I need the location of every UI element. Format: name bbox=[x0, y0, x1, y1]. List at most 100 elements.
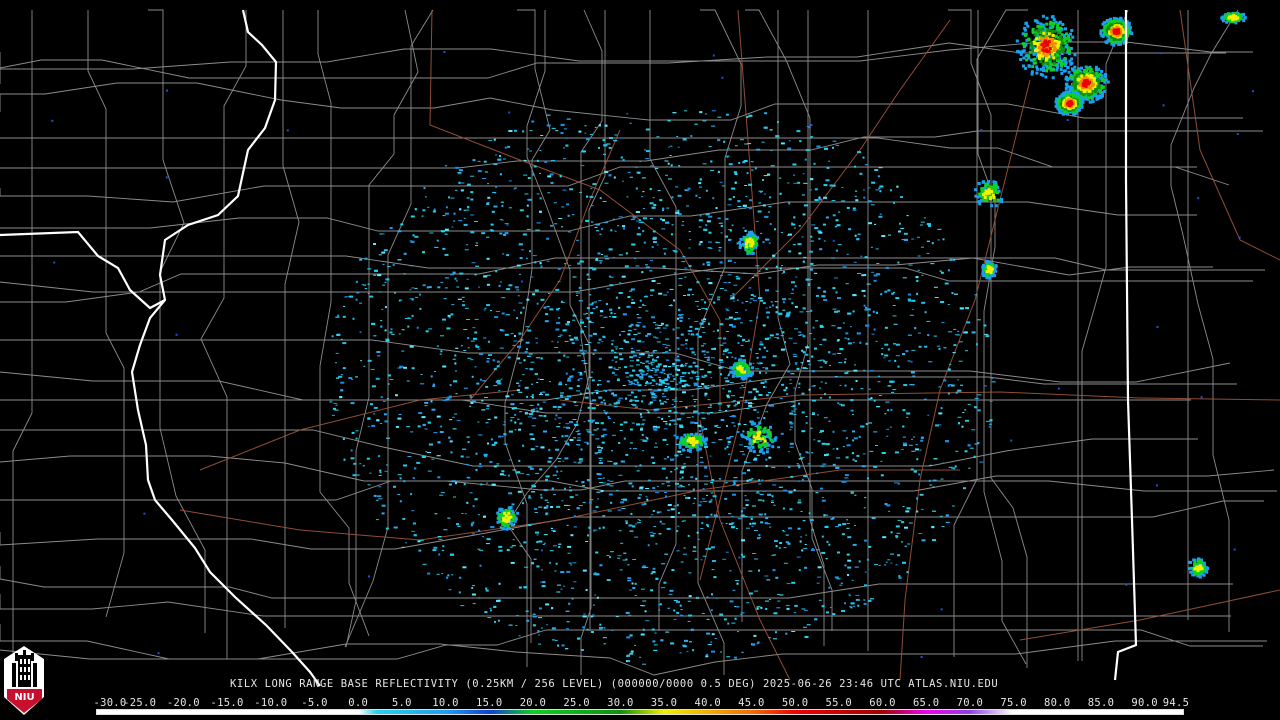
echo-pixel bbox=[663, 294, 668, 296]
echo-pixel bbox=[455, 280, 458, 282]
echo-pixel bbox=[896, 532, 901, 534]
echo-pixel bbox=[958, 422, 960, 425]
echo-pixel bbox=[768, 637, 772, 639]
echo-pixel bbox=[378, 455, 381, 458]
echo-pixel bbox=[638, 369, 643, 372]
echo-pixel bbox=[699, 111, 703, 114]
echo-pixel bbox=[834, 277, 839, 279]
echo-pixel bbox=[454, 362, 457, 365]
echo-pixel bbox=[826, 540, 829, 543]
echo-pixel bbox=[668, 349, 671, 352]
echo-pixel bbox=[531, 491, 536, 493]
echo-pixel bbox=[712, 560, 716, 562]
echo-pixel bbox=[789, 383, 793, 385]
echo-pixel bbox=[680, 561, 684, 563]
echo-pixel bbox=[723, 350, 727, 353]
echo-pixel bbox=[966, 321, 971, 324]
echo-pixel bbox=[855, 594, 860, 596]
echo-pixel bbox=[384, 470, 389, 472]
echo-pixel bbox=[871, 333, 875, 335]
echo-pixel bbox=[505, 395, 510, 398]
echo-pixel bbox=[543, 534, 548, 536]
echo-pixel bbox=[514, 286, 519, 289]
echo-pixel bbox=[572, 319, 576, 321]
echo-pixel bbox=[741, 651, 744, 653]
echo-pixel bbox=[634, 258, 637, 259]
echo-pixel bbox=[603, 627, 606, 629]
echo-pixel bbox=[826, 453, 829, 456]
echo-pixel bbox=[733, 482, 736, 485]
echo-pixel bbox=[892, 305, 896, 306]
echo-pixel bbox=[479, 549, 484, 551]
echo-pixel bbox=[558, 543, 562, 545]
echo-pixel bbox=[654, 371, 657, 373]
echo-pixel bbox=[604, 222, 609, 224]
echo-pixel bbox=[775, 311, 779, 314]
echo-pixel bbox=[442, 247, 446, 250]
echo-pixel bbox=[716, 329, 719, 332]
echo-pixel bbox=[762, 499, 765, 502]
echo-pixel bbox=[662, 343, 667, 345]
echo-pixel bbox=[596, 491, 601, 493]
echo-pixel bbox=[585, 541, 589, 542]
echo-pixel bbox=[854, 364, 856, 366]
echo-pixel bbox=[593, 349, 597, 352]
echo-pixel bbox=[780, 432, 784, 435]
echo-pixel bbox=[625, 522, 628, 525]
echo-pixel bbox=[694, 558, 698, 560]
echo-pixel bbox=[603, 144, 608, 147]
echo-pixel bbox=[668, 423, 671, 426]
echo-pixel bbox=[841, 200, 846, 202]
echo-pixel bbox=[592, 268, 597, 271]
echo-pixel bbox=[754, 590, 759, 592]
echo-pixel bbox=[552, 474, 557, 476]
echo-pixel bbox=[802, 335, 806, 338]
echo-pixel bbox=[555, 398, 559, 400]
echo-pixel bbox=[500, 378, 503, 380]
echo-pixel bbox=[704, 394, 707, 397]
echo-pixel bbox=[617, 557, 621, 559]
echo-pixel bbox=[670, 304, 673, 307]
echo-pixel bbox=[556, 341, 559, 343]
echo-pixel bbox=[337, 314, 340, 317]
echo-pixel bbox=[637, 518, 640, 520]
echo-pixel bbox=[1097, 67, 1101, 71]
echo-pixel bbox=[797, 181, 801, 184]
echo-pixel bbox=[681, 224, 685, 226]
echo-pixel bbox=[614, 351, 617, 353]
echo-pixel bbox=[656, 136, 660, 138]
echo-pixel bbox=[587, 431, 592, 433]
echo-pixel bbox=[458, 591, 461, 594]
echo-pixel bbox=[907, 543, 911, 545]
echo-pixel bbox=[619, 353, 622, 356]
echo-pixel bbox=[684, 189, 688, 191]
echo-pixel bbox=[592, 332, 597, 335]
echo-pixel bbox=[1037, 30, 1041, 34]
echo-pixel bbox=[588, 320, 592, 323]
echo-pixel bbox=[758, 394, 763, 396]
echo-pixel bbox=[725, 318, 730, 320]
echo-pixel bbox=[574, 405, 579, 407]
echo-pixel bbox=[737, 518, 742, 520]
echo-pixel bbox=[736, 582, 739, 585]
echo-pixel bbox=[703, 354, 706, 356]
echo-pixel bbox=[680, 379, 685, 382]
echo-pixel bbox=[537, 630, 540, 633]
echo-pixel bbox=[775, 631, 777, 634]
echo-pixel bbox=[793, 216, 796, 219]
echo-pixel bbox=[561, 435, 564, 438]
echo-pixel bbox=[861, 289, 866, 292]
echo-pixel bbox=[814, 188, 818, 191]
echo-pixel bbox=[567, 509, 570, 510]
echo-pixel bbox=[568, 387, 573, 390]
echo-pixel bbox=[374, 269, 378, 272]
echo-pixel bbox=[900, 196, 903, 198]
echo-pixel bbox=[732, 493, 736, 496]
echo-pixel bbox=[824, 382, 827, 384]
echo-pixel bbox=[769, 306, 772, 308]
echo-pixel bbox=[523, 359, 526, 362]
echo-pixel bbox=[524, 386, 529, 389]
echo-pixel bbox=[920, 656, 923, 658]
echo-pixel bbox=[619, 358, 624, 361]
echo-pixel bbox=[770, 500, 774, 502]
